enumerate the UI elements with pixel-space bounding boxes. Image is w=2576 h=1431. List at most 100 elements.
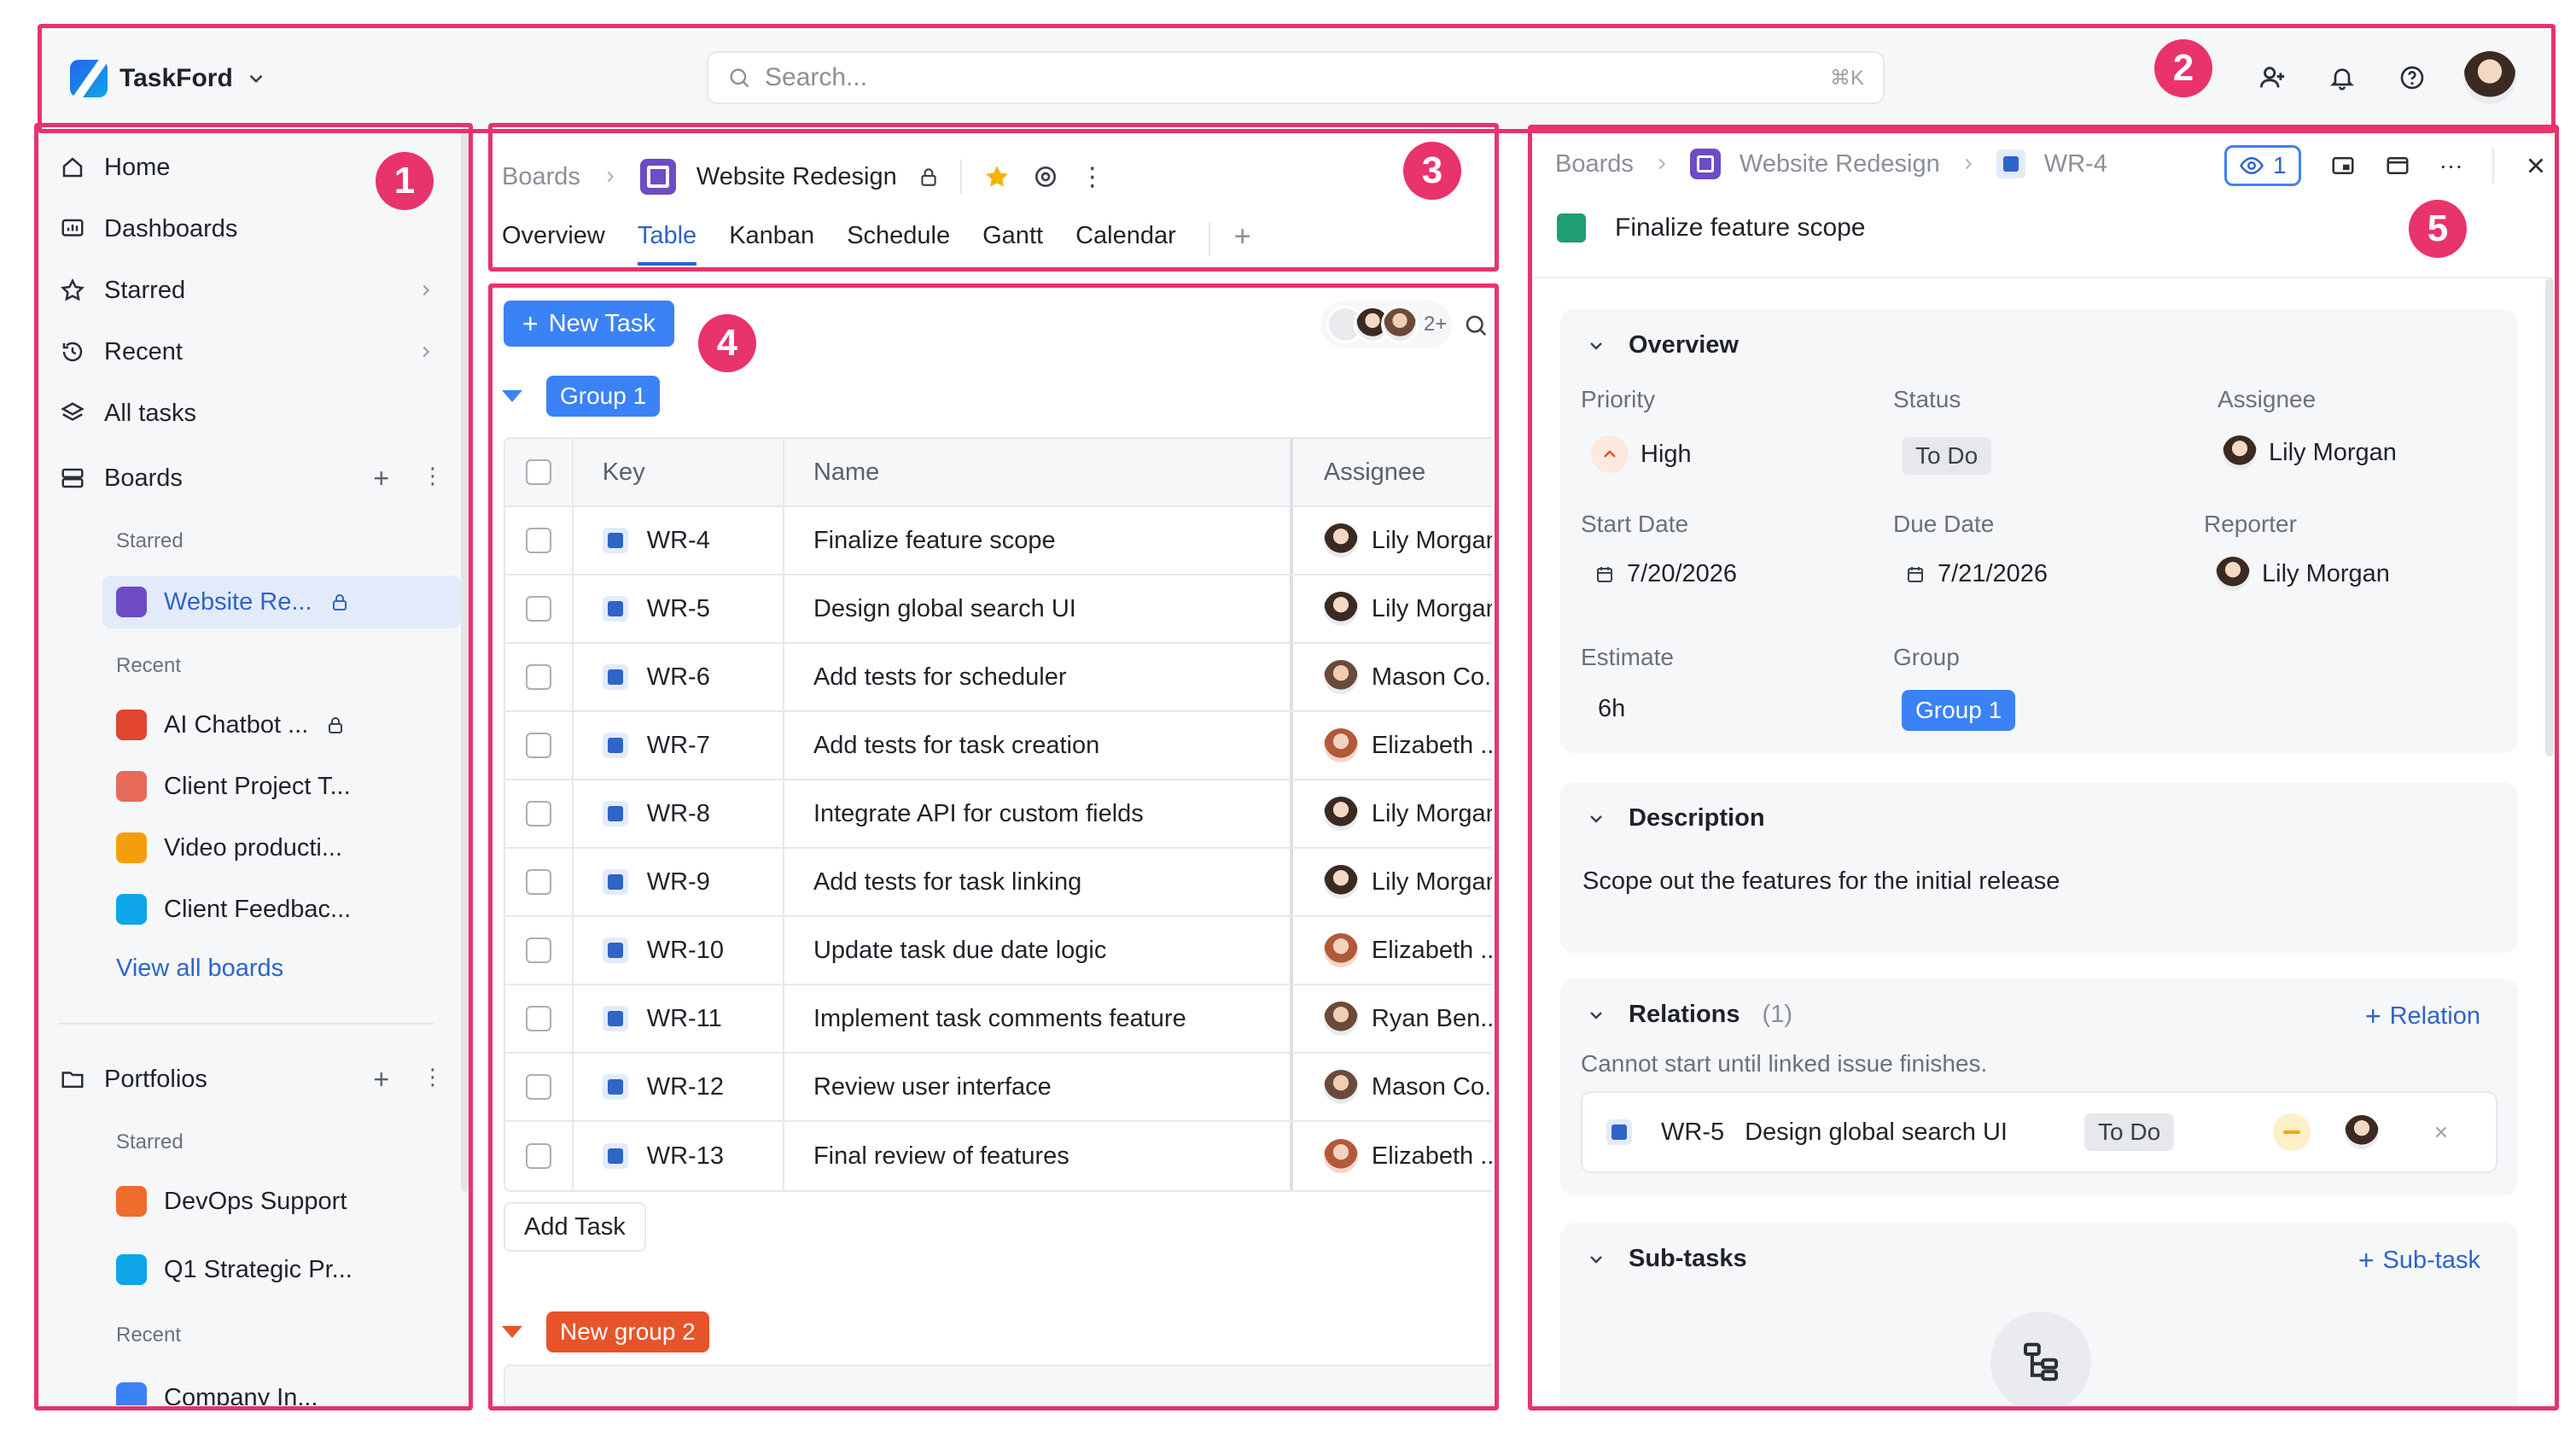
invite-user-button[interactable] (2253, 59, 2291, 96)
panel-scrollbar[interactable] (2545, 278, 2554, 756)
user-avatar[interactable] (2463, 51, 2516, 104)
window-icon[interactable] (2385, 153, 2410, 178)
sidebar-item-recent[interactable]: Recent (60, 328, 452, 376)
breadcrumb-boards[interactable]: Boards (502, 163, 580, 191)
workspace-switcher[interactable]: TaskFord (70, 55, 267, 102)
task-key[interactable]: WR-7 (647, 732, 710, 760)
task-name[interactable]: Finalize feature scope (784, 507, 1293, 574)
relation-item[interactable]: WR-5 Design global search UI To Do (1581, 1091, 2497, 1173)
row-checkbox[interactable] (525, 1074, 551, 1100)
row-checkbox[interactable] (525, 1143, 551, 1169)
settings-icon[interactable] (1032, 163, 1059, 190)
overview-toggle[interactable]: Overview (1586, 331, 1739, 359)
view-all-boards-link[interactable]: View all boards (116, 955, 283, 983)
task-assignee[interactable]: Elizabeth ... (1372, 937, 1492, 965)
task-key[interactable]: WR-6 (647, 663, 710, 692)
tab-schedule[interactable]: Schedule (847, 222, 950, 266)
group-header-1[interactable]: Group 1 (502, 376, 661, 417)
sidebar-section-portfolios[interactable]: Portfolios + ⋮ (60, 1055, 452, 1103)
select-all-checkbox[interactable] (525, 459, 551, 485)
column-header-key[interactable]: Key (574, 439, 784, 505)
task-assignee[interactable]: Lily Morgan (1372, 527, 1492, 555)
due-date-field[interactable]: 7/21/2026 (1905, 560, 2048, 588)
task-title[interactable]: Finalize feature scope (1615, 213, 1866, 242)
task-key[interactable]: WR-5 (647, 595, 710, 623)
board-more-icon[interactable]: ⋮ (1080, 162, 1105, 192)
row-checkbox[interactable] (525, 528, 551, 553)
task-key[interactable]: WR-12 (647, 1073, 724, 1101)
row-checkbox[interactable] (525, 1006, 551, 1031)
group-field[interactable]: Group 1 (1902, 690, 2016, 731)
row-checkbox[interactable] (525, 801, 551, 826)
task-name[interactable]: Integrate API for custom fields (784, 780, 1293, 847)
group-header-2[interactable]: New group 2 (502, 1311, 709, 1352)
table-row[interactable]: WR-7 Add tests for task creation Elizabeth… (505, 712, 1492, 780)
task-assignee[interactable]: Ryan Ben... (1372, 1005, 1492, 1033)
sidebar-board-client-project[interactable]: Client Project T... (102, 760, 461, 813)
table-row[interactable]: WR-8 Integrate API for custom fields Lily … (505, 780, 1492, 849)
remove-relation-icon[interactable] (2432, 1123, 2451, 1142)
task-name[interactable]: Add tests for scheduler (784, 644, 1293, 710)
estimate-field[interactable]: 6h (1598, 695, 1625, 723)
assignee-filter[interactable]: 2+ (1321, 301, 1453, 348)
task-assignee[interactable]: Mason Co... (1372, 1073, 1492, 1101)
notifications-button[interactable] (2323, 59, 2361, 96)
tab-overview[interactable]: Overview (502, 222, 605, 266)
collapse-triangle-icon[interactable] (502, 390, 522, 402)
status-field[interactable]: To Do (1902, 437, 1992, 475)
new-task-button[interactable]: + New Task (504, 301, 674, 347)
start-date-field[interactable]: 7/20/2026 (1594, 560, 1737, 588)
sidebar-item-all-tasks[interactable]: All tasks (60, 389, 452, 437)
task-name[interactable]: Final review of features (784, 1122, 1293, 1190)
relation-name[interactable]: Design global search UI (1745, 1119, 2008, 1147)
table-row[interactable]: WR-6 Add tests for scheduler Mason Co... (505, 644, 1492, 712)
row-checkbox[interactable] (525, 869, 551, 895)
relation-key[interactable]: WR-5 (1661, 1119, 1724, 1147)
breadcrumb-boards[interactable]: Boards (1555, 150, 1634, 178)
task-key[interactable]: WR-13 (647, 1142, 724, 1171)
search-input[interactable] (765, 63, 1816, 92)
close-icon[interactable] (2523, 153, 2549, 178)
row-checkbox[interactable] (525, 937, 551, 963)
sidebar-section-boards[interactable]: Boards + ⋮ (60, 454, 452, 502)
add-board-button[interactable]: + (373, 463, 389, 494)
task-color-swatch[interactable] (1557, 213, 1586, 242)
task-assignee[interactable]: Elizabeth ... (1372, 732, 1492, 760)
tab-calendar[interactable]: Calendar (1075, 222, 1176, 266)
relations-toggle[interactable]: Relations (1) (1586, 1001, 1792, 1029)
boards-more-icon[interactable]: ⋮ (422, 463, 444, 494)
task-name[interactable]: Design global search UI (784, 575, 1293, 642)
task-name[interactable]: Review user interface (784, 1054, 1293, 1120)
task-assignee[interactable]: Mason Co... (1372, 663, 1492, 692)
task-key[interactable]: WR-11 (647, 1005, 722, 1033)
collapse-triangle-icon[interactable] (502, 1326, 522, 1338)
relation-status[interactable]: To Do (2084, 1113, 2175, 1151)
sidebar-portfolio-devops[interactable]: DevOps Support (102, 1175, 461, 1228)
table-row[interactable]: WR-10 Update task due date logic Elizabeth… (505, 917, 1492, 985)
subtasks-toggle[interactable]: Sub-tasks (1586, 1245, 1747, 1273)
more-options-icon[interactable]: ··· (2439, 152, 2463, 179)
sidebar-portfolio-company[interactable]: Company In... (102, 1371, 461, 1405)
description-text[interactable]: Scope out the features for the initial r… (1582, 867, 2060, 896)
add-task-button[interactable]: Add Task (504, 1202, 646, 1252)
task-assignee[interactable]: Lily Morgan (1372, 868, 1492, 897)
breadcrumb-board[interactable]: Website Redesign (1740, 150, 1940, 178)
portfolios-more-icon[interactable]: ⋮ (422, 1064, 444, 1095)
tab-table[interactable]: Table (637, 222, 697, 266)
add-portfolio-button[interactable]: + (373, 1064, 389, 1095)
assignee-field[interactable]: Lily Morgan (2223, 435, 2397, 470)
sidebar-board-video-production[interactable]: Video producti... (102, 821, 461, 874)
tab-gantt[interactable]: Gantt (982, 222, 1043, 266)
watchers-button[interactable]: 1 (2224, 145, 2301, 186)
add-view-button[interactable]: + (1208, 222, 1251, 256)
row-checkbox[interactable] (525, 733, 551, 758)
task-name[interactable]: Update task due date logic (784, 917, 1293, 984)
reporter-field[interactable]: Lily Morgan (2216, 557, 2390, 591)
table-row[interactable]: WR-4 Finalize feature scope Lily Morgan (505, 507, 1492, 575)
tab-kanban[interactable]: Kanban (729, 222, 814, 266)
task-key[interactable]: WR-8 (647, 800, 710, 828)
picture-in-picture-icon[interactable] (2330, 153, 2356, 178)
sidebar-item-dashboards[interactable]: Dashboards (60, 205, 452, 253)
table-row[interactable]: WR-11 Implement task comments feature Ryan… (505, 985, 1492, 1054)
column-header-assignee[interactable]: Assignee (1293, 439, 1492, 505)
